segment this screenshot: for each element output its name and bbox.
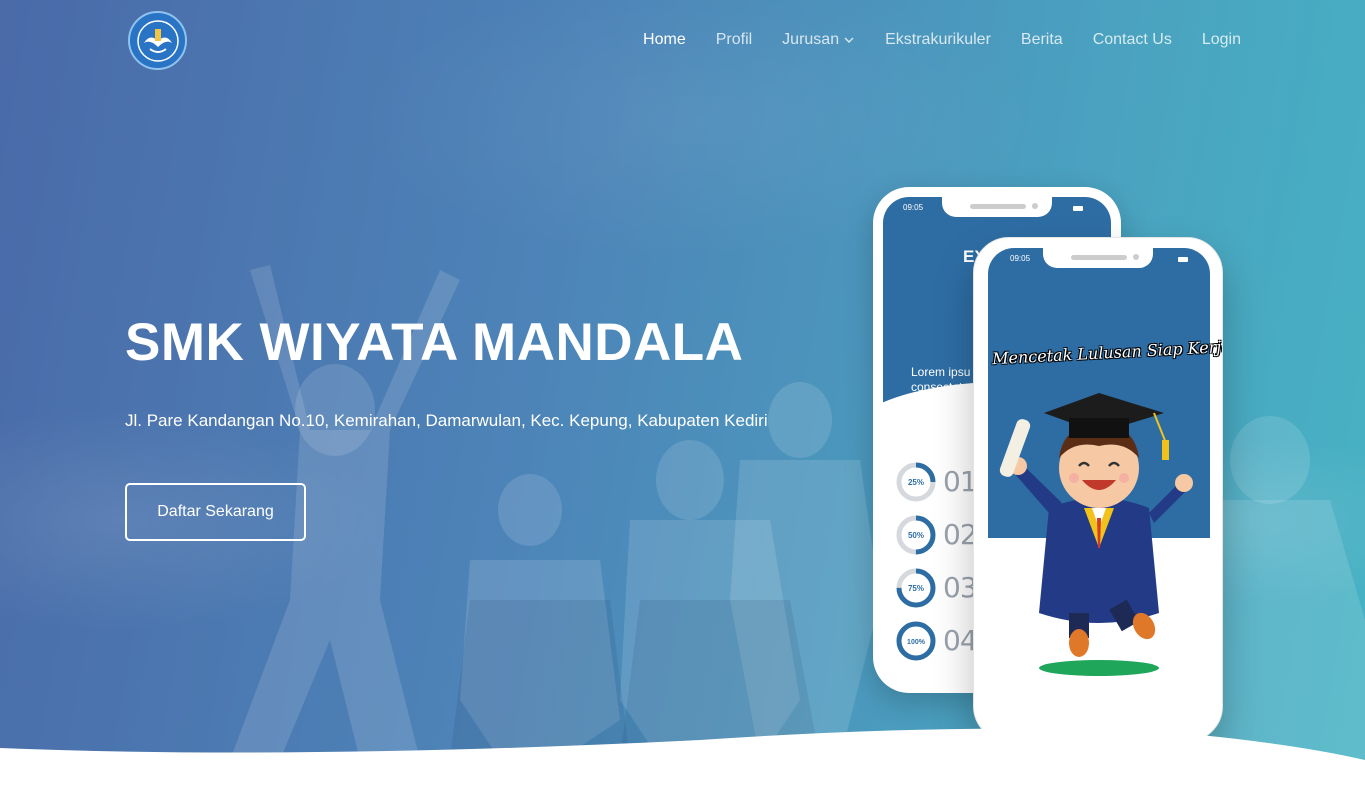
nav-home[interactable]: Home [643, 30, 686, 50]
phone-back-lorem: Lorem ipsu consectetu [911, 365, 970, 395]
phone-mockup-front: 09:05 Mencetak Lulusan Siap Kerja [973, 237, 1223, 742]
phone-front-time: 09:05 [1010, 254, 1031, 263]
daftar-sekarang-button[interactable]: Daftar Sekarang [125, 483, 306, 541]
nav-ekstrakurikuler[interactable]: Ekstrakurikuler [885, 30, 991, 50]
progress-number: 03 [943, 571, 978, 604]
hero-address: Jl. Pare Kandangan No.10, Kemirahan, Dam… [125, 411, 768, 430]
nav-jurusan[interactable]: Jurusan [782, 30, 855, 50]
progress-item: 50% 02 [895, 508, 978, 561]
phone-back-time: 09:05 [903, 203, 924, 212]
lorem-line-2: consectetu [911, 380, 970, 394]
progress-ring-icon: 75% [896, 568, 936, 607]
progress-ring-icon: 25% [896, 462, 936, 501]
graduate-illustration [999, 393, 1193, 676]
progress-percent: 100% [907, 639, 926, 646]
hero-title: SMK WIYATA MANDALA [125, 313, 744, 372]
nav-berita[interactable]: Berita [1021, 30, 1063, 50]
hero-section: Home Profil Jurusan Ekstrakurikuler Beri… [0, 0, 1365, 792]
progress-number: 01 [943, 465, 978, 498]
progress-ring-icon: 50% [896, 515, 936, 554]
tut-wuri-emblem-icon [136, 19, 179, 62]
progress-percent: 75% [908, 584, 924, 593]
nav-contact-us[interactable]: Contact Us [1093, 30, 1172, 50]
nav-jurusan-label: Jurusan [782, 31, 840, 48]
progress-ring-icon: 100% [896, 621, 936, 660]
progress-list: 25% 01 50% 02 75% 03 100% 04 [895, 455, 978, 667]
progress-percent: 50% [908, 531, 924, 540]
progress-number: 02 [943, 518, 978, 551]
school-logo[interactable] [128, 11, 187, 70]
progress-percent: 25% [908, 478, 924, 487]
progress-item: 100% 04 [895, 614, 978, 667]
nav-profil[interactable]: Profil [716, 30, 752, 50]
progress-item: 25% 01 [895, 455, 978, 508]
phone-notch [942, 197, 1052, 217]
progress-number: 04 [943, 624, 978, 657]
chevron-down-icon [844, 37, 854, 43]
progress-item: 75% 03 [895, 561, 978, 614]
phone-notch [1043, 248, 1153, 268]
bottom-wave [0, 728, 1365, 792]
lorem-line-1: Lorem ipsu [911, 365, 971, 379]
battery-icon [1178, 257, 1188, 262]
nav-login[interactable]: Login [1202, 30, 1241, 50]
battery-icon [1073, 206, 1083, 211]
main-nav: Home Profil Jurusan Ekstrakurikuler Beri… [613, 30, 1241, 50]
